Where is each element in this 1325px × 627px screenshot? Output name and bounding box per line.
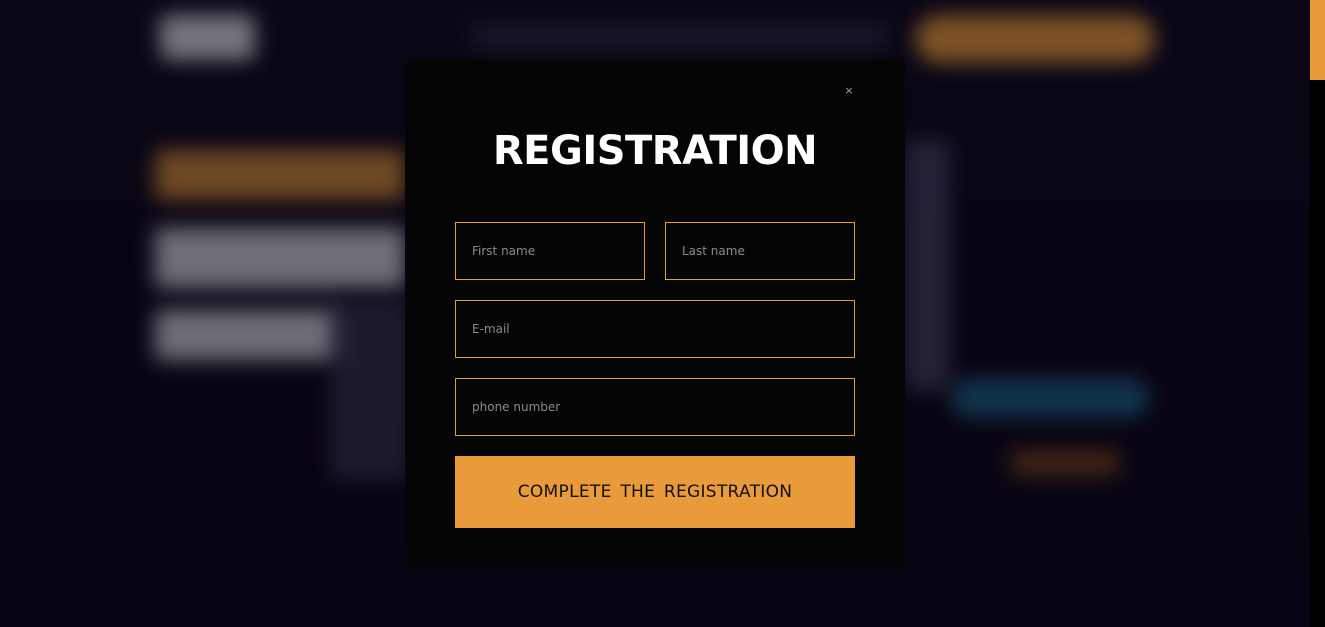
modal-title: REGISTRATION (492, 128, 818, 174)
first-name-field[interactable] (455, 222, 645, 280)
complete-registration-button[interactable]: COMPLETE THE REGISTRATION (455, 456, 855, 528)
phone-field[interactable] (455, 378, 855, 436)
scrollbar-thumb[interactable] (1310, 0, 1325, 80)
last-name-field[interactable] (665, 222, 855, 280)
close-icon[interactable]: × (841, 83, 857, 99)
scrollbar-track[interactable] (1310, 0, 1325, 627)
email-field[interactable] (455, 300, 855, 358)
registration-modal: × REGISTRATION COMPLETE THE REGISTRATION (405, 60, 905, 567)
